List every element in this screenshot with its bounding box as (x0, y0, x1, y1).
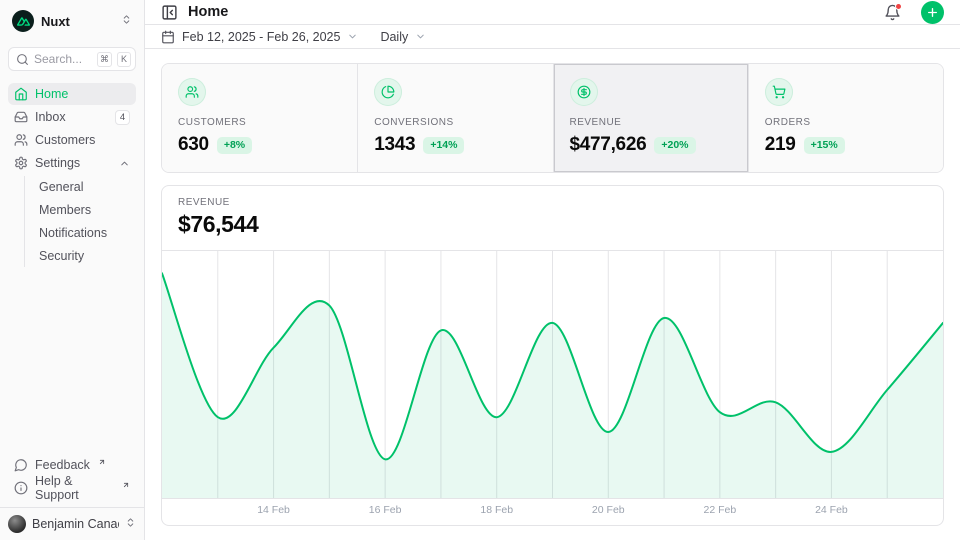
settings-submenu: General Members Notifications Security (24, 176, 136, 267)
stat-card-orders[interactable]: Orders 219 +15% (748, 64, 943, 172)
sidebar-collapse-icon[interactable] (161, 4, 178, 21)
feedback-link[interactable]: Feedback (8, 454, 136, 476)
help-support-link[interactable]: Help & Support (8, 477, 136, 499)
kbd-k: K (117, 52, 131, 67)
avatar (8, 515, 26, 533)
chart-label: Revenue (178, 197, 927, 208)
nuxt-logo-icon (12, 10, 34, 32)
x-axis-label: 24 Feb (815, 504, 848, 516)
gear-icon (14, 156, 28, 170)
kbd-cmd: ⌘ (97, 52, 112, 67)
feedback-label: Feedback (35, 458, 90, 472)
inbox-count-badge: 4 (115, 110, 130, 125)
sidebar-item-label: Home (35, 87, 68, 101)
notifications-button[interactable] (884, 4, 901, 21)
sidebar-item-members[interactable]: Members (39, 199, 136, 221)
sidebar-item-security[interactable]: Security (39, 245, 136, 267)
sidebar-item-label: Settings (35, 156, 80, 170)
chevrons-up-down-icon (121, 12, 132, 30)
dollar-circle-icon (570, 78, 598, 106)
sidebar-item-label: Inbox (35, 110, 66, 124)
external-link-icon (98, 455, 106, 469)
revenue-area-chart[interactable] (162, 251, 943, 499)
sidebar-item-customers[interactable]: Customers (8, 129, 136, 151)
sidebar-item-settings[interactable]: Settings (8, 152, 136, 174)
user-menu[interactable]: Benjamin Canac (0, 507, 144, 540)
chevron-down-icon (347, 31, 358, 42)
chevron-down-icon (415, 31, 426, 42)
stat-label: Orders (765, 117, 927, 128)
date-range-button[interactable]: Feb 12, 2025 - Feb 26, 2025 (161, 30, 358, 44)
message-icon (14, 458, 28, 472)
workspace-name: Nuxt (41, 14, 114, 29)
search-input-wrap[interactable]: ⌘ K (8, 47, 136, 71)
stat-value: 630 (178, 134, 209, 156)
calendar-icon (161, 30, 175, 44)
sidebar-item-label: Customers (35, 133, 95, 147)
stat-card-customers[interactable]: Customers 630 +8% (162, 64, 357, 172)
inbox-icon (14, 110, 28, 124)
external-link-icon (122, 478, 130, 492)
add-button[interactable] (921, 1, 944, 24)
x-axis-label: 18 Feb (480, 504, 513, 516)
chart-total-value: $76,544 (178, 211, 927, 238)
app-window: Nuxt ⌘ K Home (0, 0, 960, 540)
cart-icon (765, 78, 793, 106)
workspace-switcher[interactable]: Nuxt (8, 8, 136, 34)
x-axis-label: 14 Feb (257, 504, 290, 516)
users-icon (178, 78, 206, 106)
sidebar-item-inbox[interactable]: Inbox 4 (8, 106, 136, 128)
sidebar-nav: Home Inbox 4 Customers (8, 83, 136, 267)
x-axis: 14 Feb 16 Feb 18 Feb 20 Feb 22 Feb 24 Feb (162, 499, 943, 525)
granularity-select[interactable]: Daily (380, 30, 426, 44)
stats-row: Customers 630 +8% Conversions 1343 +14% (161, 63, 944, 173)
notification-dot (895, 3, 902, 10)
stat-delta-badge: +15% (804, 137, 845, 154)
pie-chart-icon (374, 78, 402, 106)
sidebar-item-general[interactable]: General (39, 176, 136, 198)
stat-label: Revenue (570, 117, 732, 128)
stat-value: 1343 (374, 134, 415, 156)
dashboard-content: Customers 630 +8% Conversions 1343 +14% (145, 49, 960, 540)
filter-toolbar: Feb 12, 2025 - Feb 26, 2025 Daily (145, 25, 960, 49)
stat-label: Conversions (374, 117, 536, 128)
stat-delta-badge: +14% (423, 137, 464, 154)
info-icon (14, 481, 28, 495)
x-axis-label: 20 Feb (592, 504, 625, 516)
revenue-chart-svg (162, 251, 943, 499)
search-input[interactable] (34, 52, 92, 66)
stat-card-conversions[interactable]: Conversions 1343 +14% (357, 64, 552, 172)
sidebar: Nuxt ⌘ K Home (0, 0, 145, 540)
revenue-chart-card: Revenue $76,544 14 Feb 16 Feb 18 Feb 20 Feb… (161, 185, 944, 526)
stat-value: 219 (765, 134, 796, 156)
stat-delta-badge: +20% (654, 137, 695, 154)
page-header: Home (145, 0, 960, 25)
stat-label: Customers (178, 117, 341, 128)
users-icon (14, 133, 28, 147)
page-title: Home (188, 4, 874, 20)
x-axis-label: 22 Feb (703, 504, 736, 516)
sidebar-item-home[interactable]: Home (8, 83, 136, 105)
chevron-up-icon (119, 158, 130, 169)
stat-value: $477,626 (570, 134, 647, 156)
chevrons-up-down-icon (125, 515, 136, 533)
date-range-label: Feb 12, 2025 - Feb 26, 2025 (182, 30, 340, 44)
user-name: Benjamin Canac (32, 517, 119, 531)
stat-card-revenue[interactable]: Revenue $477,626 +20% (553, 64, 748, 172)
granularity-label: Daily (380, 30, 408, 44)
sidebar-footer-links: Feedback Help & Support (8, 454, 136, 499)
x-axis-label: 16 Feb (369, 504, 402, 516)
stat-delta-badge: +8% (217, 137, 252, 154)
search-icon (16, 53, 29, 66)
main-panel: Home Feb 12, 2025 - Feb 26, 2025 Daily (145, 0, 960, 540)
sidebar-item-notifications[interactable]: Notifications (39, 222, 136, 244)
home-icon (14, 87, 28, 101)
help-support-label: Help & Support (35, 474, 114, 502)
